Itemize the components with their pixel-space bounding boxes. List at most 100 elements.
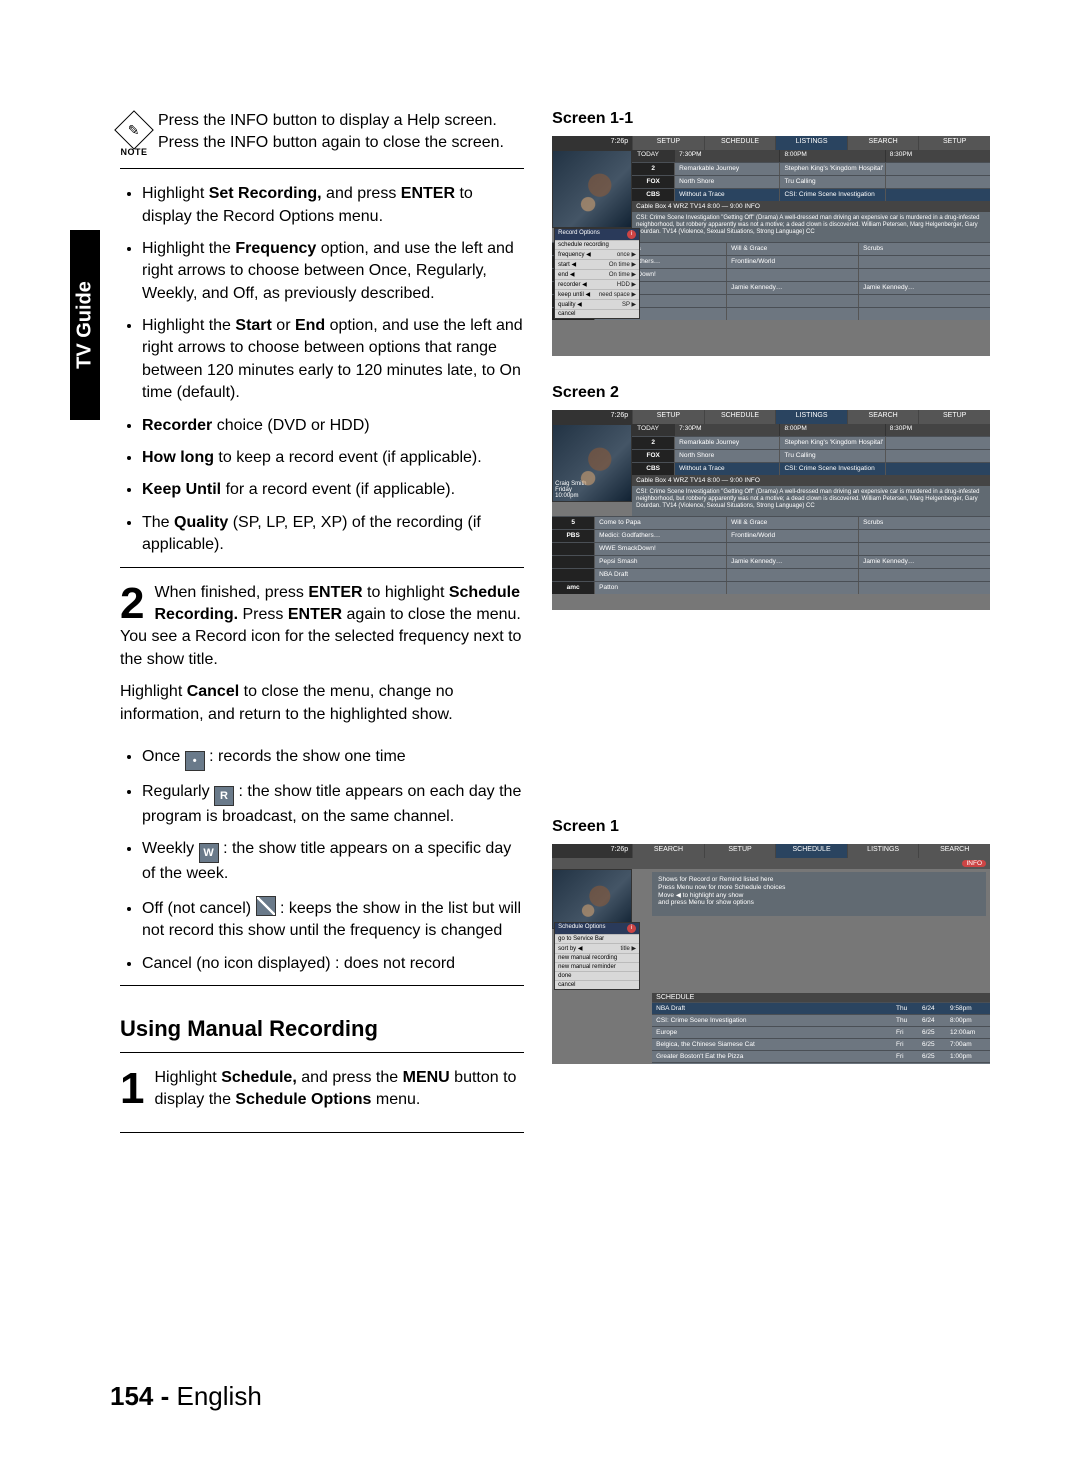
guide-cell[interactable]: [885, 463, 990, 475]
guide-cell[interactable]: CSI: Crime Scene Investigation: [779, 189, 884, 201]
guide-cell[interactable]: [885, 450, 990, 462]
guide-row[interactable]: WWE SmackDown!: [552, 542, 990, 555]
guide-cell[interactable]: Scrubs: [858, 517, 990, 529]
guide-cell[interactable]: [858, 269, 990, 281]
guide-cell[interactable]: [885, 437, 990, 449]
panel-item[interactable]: cancel: [555, 309, 639, 318]
guide-row[interactable]: PBSMedici: Godfathers…Frontline/World: [552, 529, 990, 542]
panel-item[interactable]: keep until ◀need space ▶: [555, 289, 639, 299]
guide-cell[interactable]: [726, 295, 858, 307]
guide-cell[interactable]: Patton: [594, 582, 726, 594]
guide-cell[interactable]: Jamie Kennedy…: [858, 556, 990, 568]
tab[interactable]: SCHEDULE: [704, 136, 776, 150]
panel-item[interactable]: cancel: [555, 980, 639, 989]
panel-item[interactable]: quality ◀SP ▶: [555, 299, 639, 309]
guide-cell[interactable]: [858, 308, 990, 320]
info-badge[interactable]: INFO: [962, 860, 986, 867]
schedule-options-panel[interactable]: Schedule Optionsi go to Service Barsort …: [554, 922, 640, 990]
guide-cell[interactable]: Will & Grace: [726, 517, 858, 529]
guide-cell[interactable]: Stephen King's 'Kingdom Hospital': [779, 437, 884, 449]
guide-cell[interactable]: [858, 569, 990, 581]
guide-row[interactable]: FOXNorth ShoreTru Calling: [632, 175, 990, 188]
panel-item[interactable]: sort by ◀title ▶: [555, 943, 639, 953]
tab[interactable]: SETUP: [918, 410, 990, 424]
record-options-panel[interactable]: Record Optionsi schedule recordingfreque…: [554, 228, 640, 319]
guide-cell[interactable]: Scrubs: [858, 243, 990, 255]
guide-cell[interactable]: NBA Draft: [594, 569, 726, 581]
tab[interactable]: SEARCH: [632, 844, 704, 858]
tab[interactable]: SCHEDULE: [704, 410, 776, 424]
guide-cell[interactable]: North Shore: [674, 176, 779, 188]
guide-cell[interactable]: [726, 569, 858, 581]
guide-cell[interactable]: Frontline/World: [726, 530, 858, 542]
guide-cell[interactable]: Pepsi Smash: [594, 556, 726, 568]
guide-row[interactable]: CBSWithout a TraceCSI: Crime Scene Inves…: [632, 462, 990, 475]
panel-item[interactable]: start ◀On time ▶: [555, 259, 639, 269]
guide-cell[interactable]: [726, 308, 858, 320]
tab-active[interactable]: SCHEDULE: [775, 844, 847, 858]
guide-cell[interactable]: [858, 256, 990, 268]
guide-row[interactable]: NBA Draft: [552, 568, 990, 581]
panel-item[interactable]: schedule recording: [555, 240, 639, 249]
schedule-row[interactable]: Belgica, the Chinese Siamese CatFri6/257…: [652, 1038, 990, 1050]
guide-cell[interactable]: Without a Trace: [674, 189, 779, 201]
guide-row[interactable]: 2Remarkable JourneyStephen King's 'Kingd…: [632, 436, 990, 449]
guide-cell[interactable]: Jamie Kennedy…: [726, 282, 858, 294]
tab[interactable]: SETUP: [704, 844, 776, 858]
guide-cell[interactable]: [858, 530, 990, 542]
tab[interactable]: SEARCH: [847, 136, 919, 150]
schedule-row[interactable]: NBA DraftThu6/249:58pm: [652, 1002, 990, 1014]
tab[interactable]: LISTINGS: [847, 844, 919, 858]
guide-cell[interactable]: [858, 582, 990, 594]
tab[interactable]: SETUP: [918, 136, 990, 150]
tab[interactable]: SEARCH: [918, 844, 990, 858]
guide-row[interactable]: CBSWithout a TraceCSI: Crime Scene Inves…: [632, 188, 990, 201]
guide-cell[interactable]: WWE SmackDown!: [594, 543, 726, 555]
panel-item[interactable]: new manual recording: [555, 953, 639, 962]
panel-item[interactable]: go to Service Bar: [555, 934, 639, 943]
guide-cell[interactable]: [726, 269, 858, 281]
guide-cell[interactable]: Without a Trace: [674, 463, 779, 475]
schedule-row[interactable]: CSI: Crime Scene InvestigationThu6/248:0…: [652, 1014, 990, 1026]
info-icon[interactable]: i: [627, 230, 636, 239]
tab[interactable]: SEARCH: [847, 410, 919, 424]
panel-item[interactable]: done: [555, 971, 639, 980]
guide-row[interactable]: Pepsi SmashJamie Kennedy…Jamie Kennedy…: [552, 555, 990, 568]
guide-cell[interactable]: Tru Calling: [779, 176, 884, 188]
guide-row[interactable]: amcPatton: [552, 581, 990, 594]
guide-cell[interactable]: Jamie Kennedy…: [858, 282, 990, 294]
guide-cell[interactable]: Come to Papa: [594, 517, 726, 529]
guide-cell[interactable]: [726, 582, 858, 594]
panel-item[interactable]: end ◀On time ▶: [555, 269, 639, 279]
guide-cell[interactable]: Remarkable Journey: [674, 437, 779, 449]
guide-cell[interactable]: Jamie Kennedy…: [726, 556, 858, 568]
guide-cell[interactable]: [885, 189, 990, 201]
guide-cell[interactable]: CSI: Crime Scene Investigation: [779, 463, 884, 475]
guide-cell[interactable]: [726, 543, 858, 555]
guide-cell[interactable]: [885, 176, 990, 188]
guide-row[interactable]: FOXNorth ShoreTru Calling: [632, 449, 990, 462]
guide-cell[interactable]: [858, 543, 990, 555]
tab[interactable]: SETUP: [632, 136, 704, 150]
guide-row[interactable]: 5Come to PapaWill & GraceScrubs: [552, 516, 990, 529]
schedule-row[interactable]: EuropeFri6/2512:00am: [652, 1026, 990, 1038]
panel-item[interactable]: frequency ◀once ▶: [555, 249, 639, 259]
guide-cell[interactable]: Tru Calling: [779, 450, 884, 462]
guide-cell[interactable]: Frontline/World: [726, 256, 858, 268]
schedule-row[interactable]: Washington WeekFri6/258:00pm: [652, 1062, 990, 1064]
tab[interactable]: SETUP: [632, 410, 704, 424]
info-icon[interactable]: i: [627, 924, 636, 933]
guide-cell[interactable]: [858, 295, 990, 307]
guide-cell[interactable]: [885, 163, 990, 175]
guide-row[interactable]: 2Remarkable JourneyStephen King's 'Kingd…: [632, 162, 990, 175]
guide-cell[interactable]: Medici: Godfathers…: [594, 530, 726, 542]
tab-active[interactable]: LISTINGS: [775, 136, 847, 150]
schedule-row[interactable]: Greater Boston't Eat the PizzaFri6/251:0…: [652, 1050, 990, 1062]
tab-active[interactable]: LISTINGS: [775, 410, 847, 424]
guide-cell[interactable]: Remarkable Journey: [674, 163, 779, 175]
panel-item[interactable]: recorder ◀HDD ▶: [555, 279, 639, 289]
guide-cell[interactable]: Will & Grace: [726, 243, 858, 255]
guide-cell[interactable]: Stephen King's 'Kingdom Hospital': [779, 163, 884, 175]
panel-item[interactable]: new manual reminder: [555, 962, 639, 971]
guide-cell[interactable]: North Shore: [674, 450, 779, 462]
